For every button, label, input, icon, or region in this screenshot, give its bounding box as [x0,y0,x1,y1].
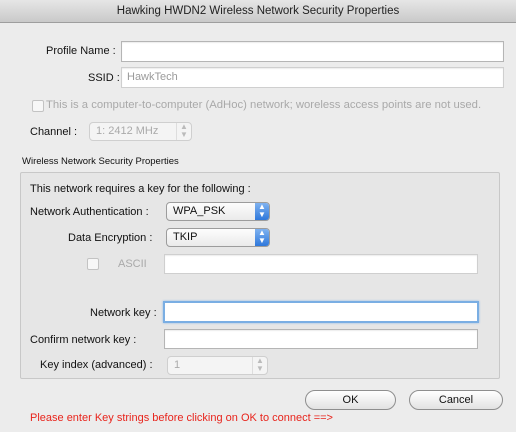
ok-button[interactable]: OK [305,390,396,410]
ascii-label: ASCII [118,258,147,270]
adhoc-checkbox[interactable] [32,100,44,112]
channel-select[interactable]: 1: 2412 MHz ▲ ▼ [89,122,192,141]
network-key-input[interactable] [163,301,479,323]
ascii-checkbox[interactable] [87,258,99,270]
adhoc-label: This is a computer-to-computer (AdHoc) n… [46,99,482,111]
ascii-input[interactable] [164,254,478,274]
confirm-key-label: Confirm network key : [30,334,137,346]
security-group-title: Wireless Network Security Properties [22,156,179,167]
network-key-label: Network key : [90,307,157,319]
encryption-value: TKIP [173,231,198,243]
key-index-value: 1 [174,359,181,371]
ssid-input[interactable]: HawkTech [121,67,504,88]
up-down-arrows-icon: ▲ ▼ [255,203,269,220]
ssid-label: SSID : [88,72,120,84]
ssid-value: HawkTech [127,71,178,83]
profile-name-input[interactable] [121,41,504,62]
auth-value: WPA_PSK [173,205,226,217]
window-title: Hawking HWDN2 Wireless Network Security … [0,0,516,23]
up-down-arrows-icon: ▲ ▼ [252,357,267,374]
status-message: Please enter Key strings before clicking… [30,412,333,424]
channel-value: 1: 2412 MHz [96,125,159,137]
security-intro: This network requires a key for the foll… [30,183,251,195]
up-down-arrows-icon: ▲ ▼ [255,229,269,246]
key-index-select[interactable]: 1 ▲ ▼ [167,356,268,375]
auth-label: Network Authentication : [30,206,149,218]
cancel-button[interactable]: Cancel [409,390,503,410]
confirm-key-input[interactable] [164,329,478,349]
key-index-label: Key index (advanced) : [40,359,153,371]
up-down-arrows-icon: ▲ ▼ [176,123,191,140]
encryption-label: Data Encryption : [68,232,153,244]
profile-name-label: Profile Name : [46,45,116,57]
channel-label: Channel : [30,126,78,138]
auth-select[interactable]: WPA_PSK ▲ ▼ [166,202,270,221]
encryption-select[interactable]: TKIP ▲ ▼ [166,228,270,247]
